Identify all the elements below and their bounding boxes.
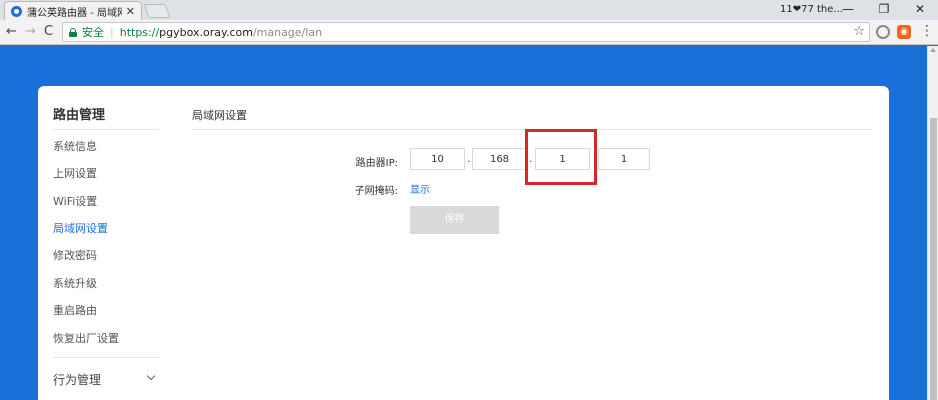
sidebar-title: 路由管理 — [53, 108, 106, 123]
extension-circle-icon[interactable] — [876, 25, 890, 39]
window-controls: — ❐ ✕ — [830, 0, 938, 20]
close-window-button[interactable]: ✕ — [902, 0, 938, 20]
sidebar-group-behavior[interactable]: 行为管理 — [53, 371, 101, 388]
url-path: /manage/lan — [252, 25, 323, 39]
new-tab-button[interactable] — [143, 4, 171, 18]
sidebar-item-reboot[interactable]: 重启路由 — [53, 304, 97, 318]
restore-button[interactable]: ❐ — [866, 0, 902, 20]
browser-menu-icon[interactable]: ⋮ — [920, 23, 934, 39]
sidebar-item-factory-reset[interactable]: 恢复出厂设置 — [53, 332, 119, 346]
ip-octet-4-input[interactable] — [598, 148, 650, 170]
chevron-down-icon[interactable] — [146, 371, 156, 381]
sidebar-divider — [53, 129, 159, 130]
ip-octet-2-input[interactable] — [472, 148, 527, 170]
tab-title: 蒲公英路由器 - 局域网设 — [27, 7, 122, 19]
scroll-thumb[interactable] — [930, 118, 937, 400]
minimize-button[interactable]: — — [830, 0, 866, 20]
sidebar: 路由管理 系统信息 上网设置 WiFi设置 局域网设置 修改密码 系统升级 重启… — [38, 86, 173, 400]
lock-icon[interactable] — [69, 27, 77, 37]
content-card: 路由管理 系统信息 上网设置 WiFi设置 局域网设置 修改密码 系统升级 重启… — [38, 86, 889, 400]
url-scheme: https:// — [119, 25, 160, 39]
sidebar-item-internet[interactable]: 上网设置 — [53, 167, 97, 181]
sidebar-item-lan[interactable]: 局域网设置 — [53, 222, 108, 236]
sidebar-item-system-info[interactable]: 系统信息 — [53, 140, 97, 154]
show-subnet-link[interactable]: 显示 — [410, 181, 430, 196]
secure-label[interactable]: 安全 — [82, 24, 104, 40]
sidebar-item-password[interactable]: 修改密码 — [53, 249, 97, 263]
forward-arrow-icon[interactable]: → — [25, 24, 36, 40]
url-host: pgybox.oray.com — [159, 25, 253, 39]
browser-toolbar: ← → C 安全 | https:// pgybox.oray.com /man… — [0, 20, 938, 45]
browser-tab[interactable]: 蒲公英路由器 - 局域网设 ✕ — [4, 1, 142, 20]
ip-dot: . — [467, 152, 471, 165]
back-arrow-icon[interactable]: ← — [6, 24, 17, 40]
sidebar-divider — [53, 357, 159, 358]
reload-icon[interactable]: C — [44, 24, 53, 40]
tab-strip: 蒲公英路由器 - 局域网设 ✕ 11❤77 the... — ❐ ✕ — [0, 0, 938, 20]
vertical-scrollbar[interactable] — [927, 46, 938, 400]
page-background: 路由管理 系统信息 上网设置 WiFi设置 局域网设置 修改密码 系统升级 重启… — [0, 46, 927, 400]
address-bar[interactable]: 安全 | https:// pgybox.oray.com /manage/la… — [62, 22, 870, 42]
subnet-mask-label: 子网掩码: — [354, 186, 398, 197]
sidebar-item-upgrade[interactable]: 系统升级 — [53, 277, 97, 291]
sidebar-item-wifi[interactable]: WiFi设置 — [53, 195, 97, 209]
oray-favicon-icon — [11, 5, 22, 17]
highlight-annotation-box — [525, 129, 597, 185]
url-separator: | — [110, 25, 114, 39]
bookmark-star-icon[interactable]: ☆ — [853, 24, 865, 39]
scroll-up-arrow-icon[interactable] — [930, 48, 936, 52]
ip-octet-1-input[interactable] — [410, 148, 465, 170]
router-ip-label: 路由器IP: — [355, 158, 398, 169]
tab-close-icon[interactable]: ✕ — [126, 5, 135, 18]
page-title: 局域网设置 — [192, 109, 247, 122]
save-button[interactable]: 保存 — [410, 206, 499, 234]
extension-orange-icon[interactable]: ◉ — [897, 25, 911, 39]
